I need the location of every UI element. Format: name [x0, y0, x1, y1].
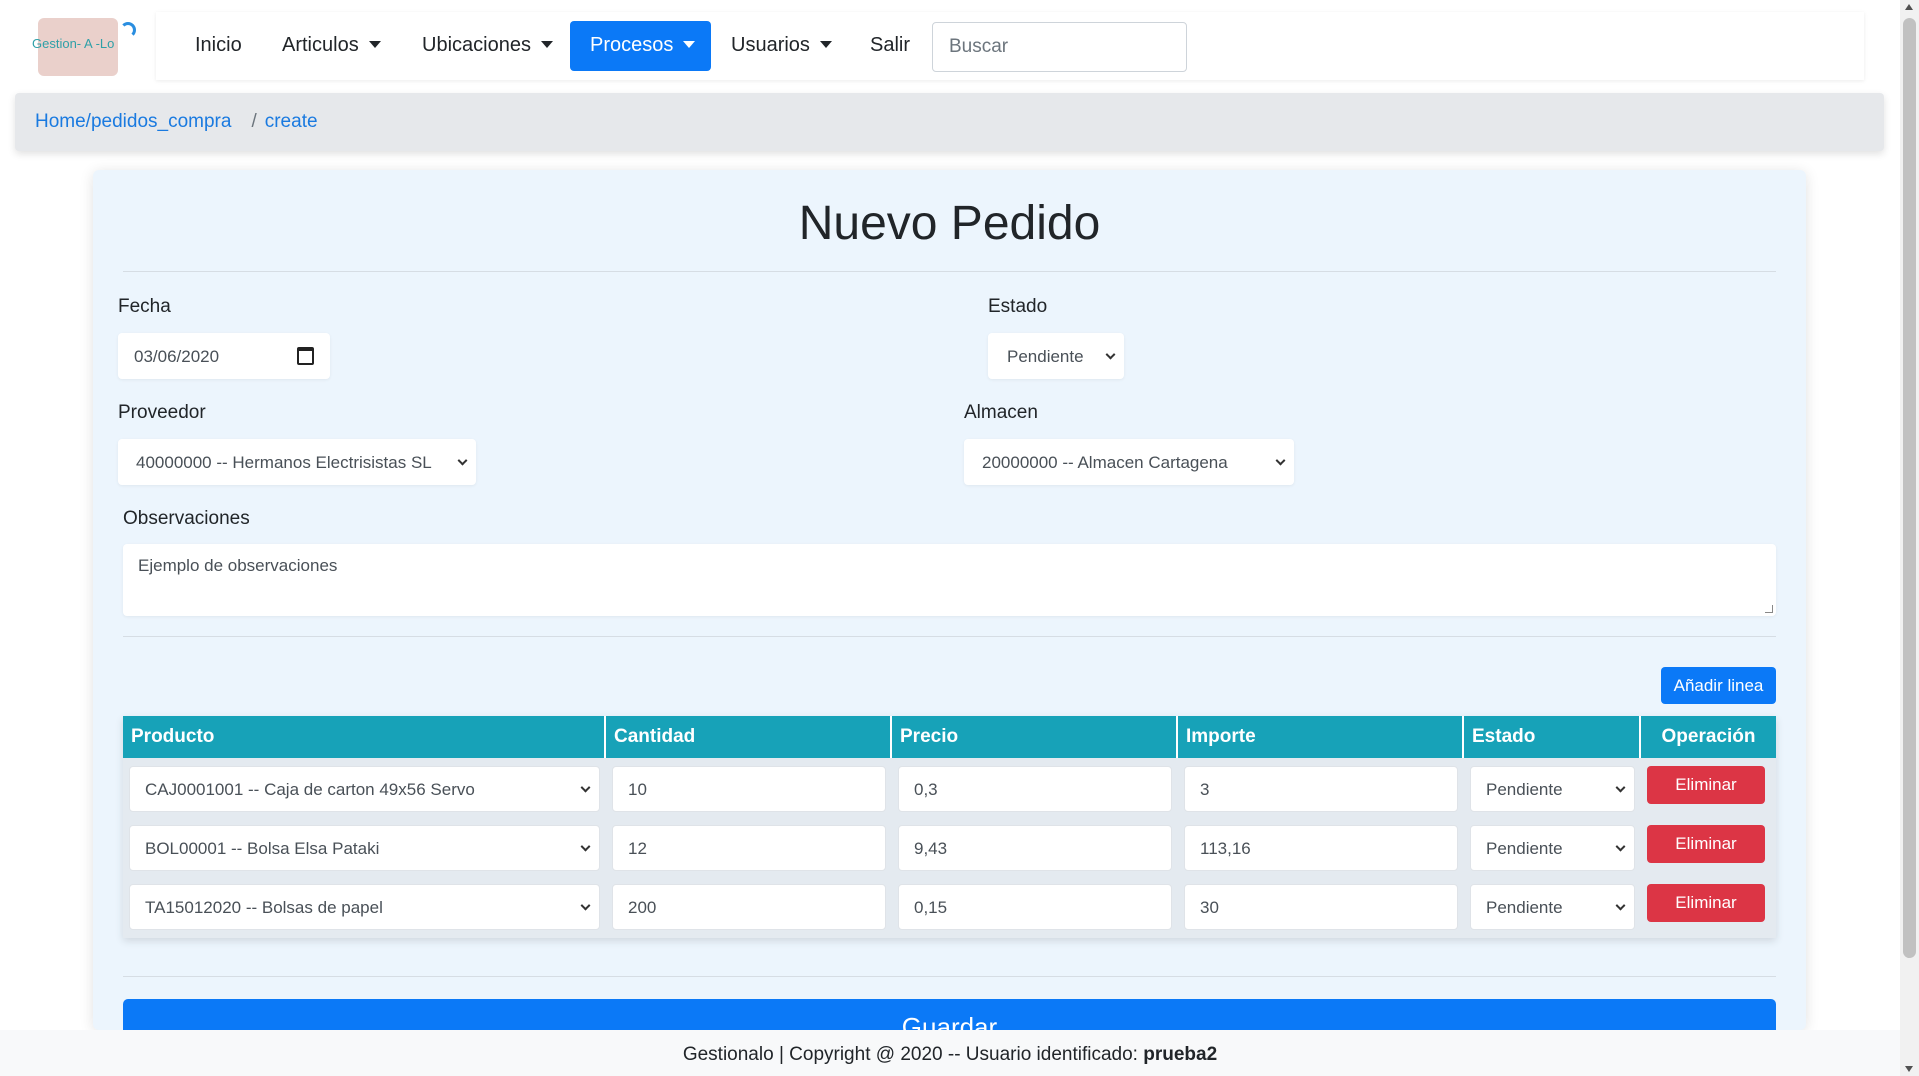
estado-select[interactable]: Pendiente — [988, 333, 1124, 379]
header-estado: Estado — [1464, 716, 1641, 758]
row-2-precio-input[interactable]: 9,43 — [898, 825, 1172, 871]
vertical-scrollbar[interactable] — [1900, 0, 1919, 1076]
row-1-precio-input[interactable]: 0,3 — [898, 766, 1172, 812]
nav-usuarios[interactable]: Usuarios — [731, 34, 832, 57]
proveedor-value: 40000000 -- Hermanos Electrisistas SL — [136, 453, 432, 472]
almacen-value: 20000000 -- Almacen Cartagena — [982, 453, 1228, 472]
chevron-down-icon — [580, 900, 591, 911]
divider — [123, 976, 1776, 977]
footer-text: Gestionalo | Copyright @ 2020 -- Usuario… — [682, 1044, 1138, 1065]
row-3-importe-input[interactable]: 30 — [1184, 884, 1458, 930]
nav-usuarios-label: Usuarios — [731, 34, 810, 56]
fecha-label: Fecha — [118, 296, 171, 317]
footer: Gestionalo | Copyright @ 2020 -- Usuario… — [0, 1030, 1900, 1076]
proveedor-label: Proveedor — [118, 402, 206, 423]
nav-procesos-label: Procesos — [590, 34, 674, 56]
table-header: Producto Cantidad Precio Importe Estado … — [123, 716, 1776, 758]
footer-user: prueba2 — [1143, 1044, 1218, 1065]
row-1-producto-select[interactable]: CAJ0001001 -- Caja de carton 49x56 Servo — [129, 766, 600, 812]
add-line-button[interactable]: Añadir linea — [1661, 667, 1776, 704]
row-2-cantidad-input[interactable]: 12 — [612, 825, 886, 871]
nav-inicio[interactable]: Inicio — [195, 34, 242, 57]
caret-down-icon — [819, 41, 832, 48]
chevron-down-icon — [1275, 455, 1286, 466]
row-3-estado: Pendiente — [1486, 898, 1563, 917]
page-title: Nuevo Pedido — [798, 197, 1101, 250]
row-2-producto: BOL00001 -- Bolsa Elsa Pataki — [145, 839, 380, 858]
chevron-down-icon — [1105, 349, 1116, 360]
fecha-value: 03/06/2020 — [134, 347, 220, 366]
row-3-delete-button[interactable]: Eliminar — [1647, 884, 1765, 922]
row-3-producto-select[interactable]: TA15012020 -- Bolsas de papel — [129, 884, 600, 930]
header-precio: Precio — [892, 716, 1178, 758]
almacen-select[interactable]: 20000000 -- Almacen Cartagena — [964, 439, 1294, 485]
brand-logo[interactable]: Gestion- A -Lo — [32, 14, 140, 78]
observaciones-label: Observaciones — [123, 508, 250, 529]
breadcrumb: Home/pedidos_compra / create — [15, 93, 1884, 151]
divider — [123, 636, 1776, 637]
scroll-up-icon[interactable] — [1905, 4, 1913, 10]
breadcrumb-separator: / — [251, 111, 257, 132]
row-2-producto-select[interactable]: BOL00001 -- Bolsa Elsa Pataki — [129, 825, 600, 871]
caret-down-icon — [683, 41, 696, 48]
row-2-estado-select[interactable]: Pendiente — [1470, 825, 1635, 871]
header-operacion: Operación — [1661, 726, 1756, 747]
navbar: Inicio Articulos Ubicaciones Procesos Us… — [156, 12, 1864, 80]
breadcrumb-home-link[interactable]: Home/pedidos_compra — [35, 111, 231, 132]
search-input[interactable] — [932, 22, 1187, 72]
row-2-importe-input[interactable]: 113,16 — [1184, 825, 1458, 871]
row-2-estado: Pendiente — [1486, 839, 1563, 858]
row-3-producto: TA15012020 -- Bolsas de papel — [145, 898, 383, 917]
nav-procesos[interactable]: Procesos — [570, 21, 711, 71]
chevron-down-icon — [580, 841, 591, 852]
order-lines-table: Producto Cantidad Precio Importe Estado … — [123, 716, 1776, 938]
row-1-estado: Pendiente — [1486, 780, 1563, 799]
breadcrumb-current[interactable]: create — [265, 111, 318, 132]
scrollbar-thumb[interactable] — [1903, 18, 1916, 958]
wifi-icon — [120, 22, 136, 38]
row-1-importe-input[interactable]: 3 — [1184, 766, 1458, 812]
divider — [123, 271, 1776, 272]
observaciones-textarea[interactable]: Ejemplo de observaciones — [123, 544, 1776, 616]
row-3-cantidad-input[interactable]: 200 — [612, 884, 886, 930]
chevron-down-icon — [457, 455, 468, 466]
row-2-delete-button[interactable]: Eliminar — [1647, 825, 1765, 863]
row-3-estado-select[interactable]: Pendiente — [1470, 884, 1635, 930]
chevron-down-icon — [1615, 900, 1626, 911]
header-importe: Importe — [1178, 716, 1464, 758]
scroll-down-icon[interactable] — [1905, 1066, 1913, 1072]
estado-value: Pendiente — [1007, 347, 1084, 366]
resize-handle-icon[interactable] — [1765, 605, 1773, 613]
nav-articulos-label: Articulos — [282, 34, 359, 56]
row-1-estado-select[interactable]: Pendiente — [1470, 766, 1635, 812]
almacen-label: Almacen — [964, 402, 1038, 423]
nav-articulos[interactable]: Articulos — [282, 34, 381, 57]
chevron-down-icon — [1615, 841, 1626, 852]
observaciones-value: Ejemplo de observaciones — [138, 556, 338, 575]
calendar-icon[interactable] — [297, 347, 314, 365]
caret-down-icon — [368, 41, 381, 48]
order-form-card: Nuevo Pedido Fecha 03/06/2020 Estado Pen… — [93, 170, 1806, 1039]
chevron-down-icon — [1615, 782, 1626, 793]
row-1-producto: CAJ0001001 -- Caja de carton 49x56 Servo — [145, 780, 475, 799]
row-1-delete-button[interactable]: Eliminar — [1647, 766, 1765, 804]
estado-label: Estado — [988, 296, 1048, 317]
logo-text: Gestion- A -Lo — [32, 36, 115, 51]
nav-ubicaciones-label: Ubicaciones — [422, 34, 531, 56]
header-cantidad: Cantidad — [606, 716, 892, 758]
chevron-down-icon — [580, 782, 591, 793]
fecha-date-input[interactable]: 03/06/2020 — [118, 333, 330, 379]
row-3-precio-input[interactable]: 0,15 — [898, 884, 1172, 930]
nav-salir[interactable]: Salir — [870, 34, 910, 57]
nav-ubicaciones[interactable]: Ubicaciones — [422, 34, 553, 57]
proveedor-select[interactable]: 40000000 -- Hermanos Electrisistas SL — [118, 439, 476, 485]
caret-down-icon — [540, 41, 553, 48]
header-producto: Producto — [123, 716, 606, 758]
row-1-cantidad-input[interactable]: 10 — [612, 766, 886, 812]
